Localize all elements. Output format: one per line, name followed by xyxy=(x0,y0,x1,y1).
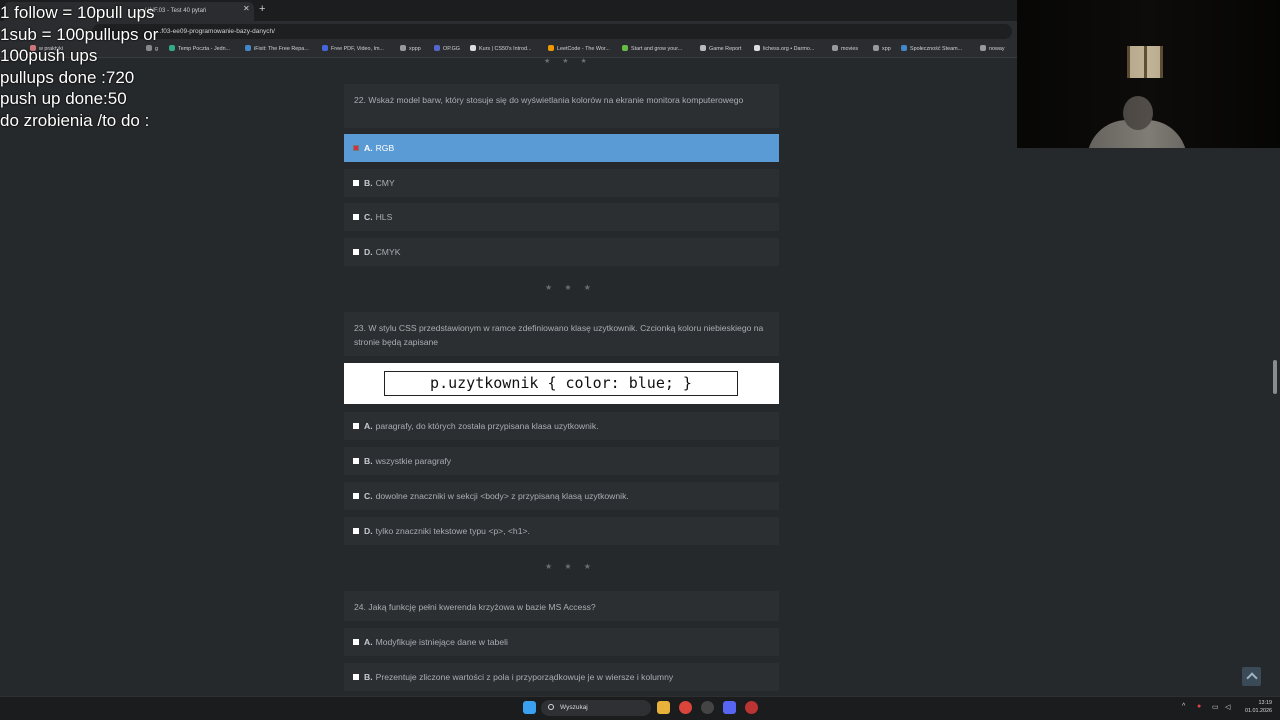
bookmark-label: Temp Poczta - Jedn... xyxy=(178,46,231,52)
answer-23-a[interactable]: A. paragrafy, do których została przypisa… xyxy=(344,412,779,440)
bookmark-label: LeetCode - The Wor... xyxy=(557,46,610,52)
bookmark-item[interactable]: lichess.org • Darmo... xyxy=(754,45,814,52)
bookmark-label: Game Report xyxy=(709,46,742,52)
microphone-icon[interactable]: ● xyxy=(1197,703,1201,710)
taskbar-clock[interactable]: 13:19 01.01.2026 xyxy=(1238,699,1272,715)
bookmark-icon xyxy=(754,45,760,51)
chrome-icon[interactable] xyxy=(679,701,692,714)
taskbar-search[interactable]: Wyszukaj xyxy=(541,700,651,716)
bookmark-label: OP.GG xyxy=(443,46,460,52)
bookmark-label: noway xyxy=(989,46,1005,52)
page-scrollbar[interactable] xyxy=(1273,360,1277,394)
checkbox-icon[interactable] xyxy=(353,639,359,645)
bookmark-item[interactable]: iFixit: The Free Repa... xyxy=(245,45,309,52)
bookmark-item[interactable]: movies xyxy=(832,45,858,52)
bookmark-icon xyxy=(622,45,628,51)
bookmark-item[interactable]: LeetCode - The Wor... xyxy=(548,45,610,52)
bookmark-icon xyxy=(400,45,406,51)
checkbox-icon[interactable] xyxy=(353,458,359,464)
stream-overlay: 1 follow = 10pull ups 1sub = 100pullups … xyxy=(0,2,158,131)
answer-22-b[interactable]: B. CMY xyxy=(344,169,779,197)
question-23: 23. W stylu CSS przedstawionym w ramce z… xyxy=(344,312,779,356)
bookmark-label: Kurs | CS50's Introd... xyxy=(479,46,532,52)
overlay-line: 100push ups xyxy=(0,46,98,65)
answer-24-b[interactable]: B. Prezentuje zliczone wartości z pola i … xyxy=(344,663,779,691)
bookmark-label: xppp xyxy=(409,46,421,52)
bookmark-icon xyxy=(873,45,879,51)
bookmark-icon xyxy=(980,45,986,51)
bookmark-item[interactable]: Free PDF, Video, Im... xyxy=(322,45,384,52)
answer-23-d[interactable]: D. tylko znaczniki tekstowe typu <p>, <h1… xyxy=(344,517,779,545)
scroll-to-top-icon[interactable] xyxy=(1242,667,1261,686)
bookmark-label: Free PDF, Video, Im... xyxy=(331,46,384,52)
overlay-line: 1sub = 100pullups or xyxy=(0,24,159,44)
clock-time: 13:19 xyxy=(1258,700,1273,706)
bookmark-item[interactable]: Społeczność Steam... xyxy=(901,45,962,52)
answer-23-c[interactable]: C. dowolne znaczniki w sekcji <body> z pr… xyxy=(344,482,779,510)
tab-close-icon[interactable]: ✕ xyxy=(243,4,250,13)
answer-23-b[interactable]: B. wszystkie paragrafy xyxy=(344,447,779,475)
bookmark-label: iFixit: The Free Repa... xyxy=(254,46,309,52)
clock-date: 01.01.2026 xyxy=(1245,708,1272,714)
checkbox-icon[interactable] xyxy=(353,180,359,186)
bookmark-icon xyxy=(322,45,328,51)
bookmark-item[interactable]: Temp Poczta - Jedn... xyxy=(169,45,230,52)
question-22: 22. Wskaż model barw, który stosuje się … xyxy=(344,84,779,128)
bookmark-icon xyxy=(470,45,476,51)
url-field[interactable]: ...f03-ee09-programowanie-bazy-danych/ xyxy=(92,24,1012,39)
answer-22-d[interactable]: D. CMYK xyxy=(344,238,779,266)
overlay-line: do zrobienia /to do : xyxy=(0,110,150,130)
question-24: 24. Jaką funkcję pełni kwerenda krzyżowa… xyxy=(344,591,779,621)
checkbox-icon[interactable] xyxy=(353,423,359,429)
overlay-line: push up done:50 xyxy=(0,89,127,108)
bookmark-item[interactable]: Kurs | CS50's Introd... xyxy=(470,45,531,52)
checkbox-icon[interactable] xyxy=(353,528,359,534)
bookmark-label: movies xyxy=(841,46,859,52)
bookmark-icon xyxy=(700,45,706,51)
obs-icon[interactable] xyxy=(745,701,758,714)
answer-24-a[interactable]: A. Modyfikuje istniejące dane w tabeli xyxy=(344,628,779,656)
checkbox-icon[interactable] xyxy=(353,674,359,680)
volume-icon[interactable]: ◁ xyxy=(1225,703,1230,711)
overlay-line: pullups done :720 xyxy=(0,67,135,87)
bookmark-item[interactable]: xppp xyxy=(400,45,421,52)
checkbox-icon[interactable] xyxy=(353,145,359,151)
bookmark-icon xyxy=(169,45,175,51)
bookmark-icon xyxy=(434,45,440,51)
file-explorer-icon[interactable] xyxy=(657,701,670,714)
bookmark-icon xyxy=(901,45,907,51)
bookmark-item[interactable]: OP.GG xyxy=(434,45,460,52)
bookmark-item[interactable]: noway xyxy=(980,45,1005,52)
checkbox-icon[interactable] xyxy=(353,214,359,220)
windows-start-icon[interactable] xyxy=(523,701,536,714)
discord-icon[interactable] xyxy=(723,701,736,714)
bookmark-icon xyxy=(548,45,554,51)
network-icon[interactable]: ▭ xyxy=(1212,703,1219,711)
separator: ★ ★ ★ xyxy=(544,58,592,65)
bookmark-icon xyxy=(832,45,838,51)
checkbox-icon[interactable] xyxy=(353,249,359,255)
search-icon xyxy=(548,704,554,710)
bookmark-item[interactable]: xpp xyxy=(873,45,891,52)
tray-chevron-icon[interactable]: ^ xyxy=(1182,703,1185,710)
bookmark-label: Start and grow your... xyxy=(631,46,683,52)
webcam-feed xyxy=(1017,0,1280,148)
bookmark-item[interactable]: Game Report xyxy=(700,45,741,52)
overlay-line: 1 follow = 10pull ups xyxy=(0,3,155,22)
answer-22-a[interactable]: A. RGB xyxy=(344,134,779,162)
css-code: p.uzytkownik { color: blue; } xyxy=(384,371,738,396)
bookmark-item[interactable]: Start and grow your... xyxy=(622,45,682,52)
new-tab-icon[interactable]: + xyxy=(259,3,265,15)
bookmark-label: lichess.org • Darmo... xyxy=(763,46,815,52)
separator: ★ ★ ★ xyxy=(545,283,596,292)
checkbox-icon[interactable] xyxy=(353,493,359,499)
separator: ★ ★ ★ xyxy=(545,562,596,571)
answer-22-c[interactable]: C. HLS xyxy=(344,203,779,231)
code-image: p.uzytkownik { color: blue; } xyxy=(344,363,779,404)
app-icon[interactable] xyxy=(701,701,714,714)
bookmark-label: Społeczność Steam... xyxy=(910,46,963,52)
bookmark-label: xpp xyxy=(882,46,891,52)
bookmark-icon xyxy=(245,45,251,51)
